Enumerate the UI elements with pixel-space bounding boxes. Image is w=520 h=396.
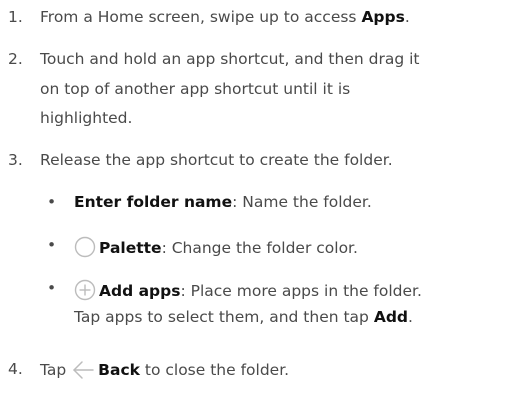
back-arrow-icon (73, 361, 94, 379)
bullet-mark: • (47, 193, 57, 211)
palette-circle-icon (74, 236, 96, 258)
bullet-text: Enter folder name: Name the folder. (74, 193, 372, 211)
add-term: Add (373, 308, 409, 326)
step-text: Release the app shortcut to create the f… (40, 151, 393, 169)
enter-folder-name-term: Enter folder name (74, 193, 233, 211)
step-number: 4. (8, 360, 23, 378)
bullet-text-line-2: Tap apps to select them, and then tap Ad… (74, 308, 413, 326)
step-number: 2. (8, 50, 23, 68)
step-text: Tap Back to close the folder. (40, 361, 290, 379)
step-text-line-1: Touch and hold an app shortcut, and then… (40, 50, 420, 68)
step-number: 3. (8, 151, 23, 169)
bullet-mark: • (47, 279, 57, 297)
step-text: From a Home screen, swipe up to access A… (40, 8, 410, 26)
bullet-mark: • (47, 236, 57, 254)
step-text-line-3: highlighted. (40, 109, 133, 127)
palette-term: Palette (99, 239, 162, 257)
bullet-text: Palette: Change the folder color. (74, 236, 358, 258)
step-text-line-2: on top of another app shortcut until it … (40, 80, 351, 98)
add-apps-term: Add apps (99, 282, 181, 300)
apps-term: Apps (361, 8, 405, 26)
add-circle-icon (74, 279, 96, 301)
step-number: 1. (8, 8, 23, 26)
instruction-document: 1. From a Home screen, swipe up to acces… (0, 0, 520, 396)
back-term: Back (98, 361, 140, 379)
bullet-text-line-1: Add apps: Place more apps in the folder. (74, 279, 422, 301)
